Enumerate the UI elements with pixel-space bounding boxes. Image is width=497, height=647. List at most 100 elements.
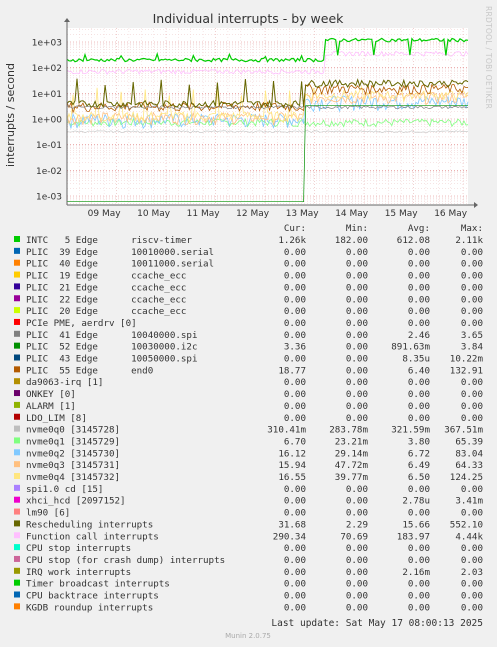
legend-value: 0.00	[284, 543, 306, 554]
legend-swatch	[14, 461, 20, 468]
legend-value: 0.00	[461, 282, 483, 293]
legend-value: 8.35u	[402, 354, 430, 365]
legend-value: 1.26k	[278, 235, 306, 246]
legend-value: 0.00	[284, 484, 306, 495]
legend-series-name: PLIC 20 Edge ccache_ecc	[26, 306, 186, 317]
legend-value: 15.66	[402, 519, 430, 530]
legend-swatch	[14, 555, 20, 562]
legend-series-name: LDO_LIM [8]	[26, 413, 87, 424]
legend-value: 10.22m	[450, 354, 484, 365]
legend-value: 0.00	[346, 602, 368, 613]
legend-series-name: PLIC 21 Edge ccache_ecc	[26, 282, 186, 293]
legend-value: 0.00	[408, 389, 430, 400]
x-tick-label: 09 May	[88, 209, 122, 219]
legend-value: 0.00	[408, 259, 430, 270]
legend-value: 891.63m	[391, 342, 430, 353]
legend-value: 0.00	[284, 271, 306, 282]
legend-series-name: nvme0q1 [3145729]	[26, 436, 120, 447]
legend-value: 0.00	[284, 282, 306, 293]
legend-value: 0.00	[346, 555, 368, 566]
legend-series-name: PLIC 40 Edge 10011000.serial	[26, 259, 214, 270]
legend-value: 124.25	[450, 472, 483, 483]
legend-series-name: PCIe PME, aerdrv [0]	[26, 318, 137, 329]
legend-value: 0.00	[346, 294, 368, 305]
legend-value: 2.29	[346, 519, 368, 530]
legend-value: 367.51m	[444, 425, 483, 436]
legend-value: 0.00	[461, 555, 483, 566]
y-tick-label: 1e+02	[32, 64, 62, 74]
legend-series-name: ONKEY [0]	[26, 389, 76, 400]
legend-series-name: PLIC 39 Edge 10010000.serial	[26, 247, 214, 258]
legend-value: 0.00	[408, 401, 430, 412]
y-axis-label: interrupts / second	[4, 63, 17, 167]
legend-swatch	[14, 437, 20, 444]
legend-value: 0.00	[408, 579, 430, 590]
legend-series-name: nvme0q0 [3145728]	[26, 425, 120, 436]
legend-value: 0.00	[284, 567, 306, 578]
legend-value: 0.00	[284, 401, 306, 412]
legend-swatch	[14, 520, 20, 527]
legend-value: 0.00	[461, 579, 483, 590]
legend-value: 3.36	[284, 342, 306, 353]
rrdtool-side-label: RRDTOOL / TOBI OETIKER	[484, 6, 493, 109]
legend-value: 6.70	[284, 436, 306, 447]
legend-series-name: spi1.0 cd [15]	[26, 484, 103, 495]
y-tick-label: 1e-01	[36, 141, 62, 151]
legend-swatch	[14, 259, 20, 266]
legend-value: 0.00	[461, 484, 483, 495]
legend-value: 0.00	[284, 247, 306, 258]
legend-value: 0.00	[408, 318, 430, 329]
legend-value: 6.40	[408, 365, 430, 376]
legend-value: 64.33	[455, 460, 483, 471]
legend-series-name: PLIC 41 Edge 10040000.spi	[26, 330, 197, 341]
legend-value: 0.00	[408, 377, 430, 388]
legend-swatch	[14, 307, 20, 314]
legend-series-name: INTC 5 Edge riscv-timer	[26, 235, 192, 246]
legend-value: 2.11k	[455, 235, 483, 246]
legend-value: 0.00	[346, 401, 368, 412]
legend-series-name: nvme0q4 [3145732]	[26, 472, 120, 483]
legend-value: 552.10	[450, 519, 483, 530]
legend-swatch	[14, 366, 20, 373]
legend-swatch	[14, 425, 20, 432]
legend-series-name: CPU stop interrupts	[26, 543, 131, 554]
legend-value: 31.68	[278, 519, 306, 530]
legend-value: 0.00	[346, 496, 368, 507]
x-tick-label: 11 May	[187, 209, 221, 219]
legend-value: 0.00	[284, 508, 306, 519]
legend-value: 0.00	[346, 377, 368, 388]
legend-value: 16.55	[278, 472, 306, 483]
legend-series-name: PLIC 43 Edge 10050000.spi	[26, 354, 197, 365]
legend-value: 0.00	[408, 306, 430, 317]
legend-swatch	[14, 449, 20, 456]
legend-swatch	[14, 567, 20, 574]
legend-value: 6.72	[408, 448, 430, 459]
legend-value: 3.84	[461, 342, 484, 353]
legend-value: 0.00	[284, 330, 306, 341]
legend-value: 132.91	[450, 365, 483, 376]
legend-swatch	[14, 390, 20, 397]
legend-swatch	[14, 591, 20, 598]
legend-swatch	[14, 508, 20, 515]
y-tick-label: 1e+00	[32, 116, 63, 126]
legend-series-name: PLIC 22 Edge ccache_ecc	[26, 294, 186, 305]
legend-header: Max:	[461, 223, 483, 234]
legend-value: 0.00	[284, 377, 306, 388]
legend-swatch	[14, 354, 20, 361]
legend-swatch	[14, 247, 20, 254]
legend-swatch	[14, 496, 20, 503]
legend-value: 23.21m	[335, 436, 369, 447]
legend-series-name: xhci_hcd [2097152]	[26, 496, 126, 507]
x-tick-label: 12 May	[236, 209, 270, 219]
legend-value: 2.03	[461, 567, 483, 578]
legend-value: 83.04	[455, 448, 483, 459]
legend-value: 15.94	[278, 460, 306, 471]
legend-value: 0.00	[346, 579, 368, 590]
legend-series-name: PLIC 19 Edge ccache_ecc	[26, 271, 186, 282]
legend-series-name: Timer broadcast interrupts	[26, 579, 170, 590]
legend-swatch	[14, 318, 20, 325]
legend-header: Cur:	[284, 223, 306, 234]
legend-value: 47.72m	[335, 460, 369, 471]
legend-value: 0.00	[284, 294, 306, 305]
legend-value: 6.50	[408, 472, 430, 483]
